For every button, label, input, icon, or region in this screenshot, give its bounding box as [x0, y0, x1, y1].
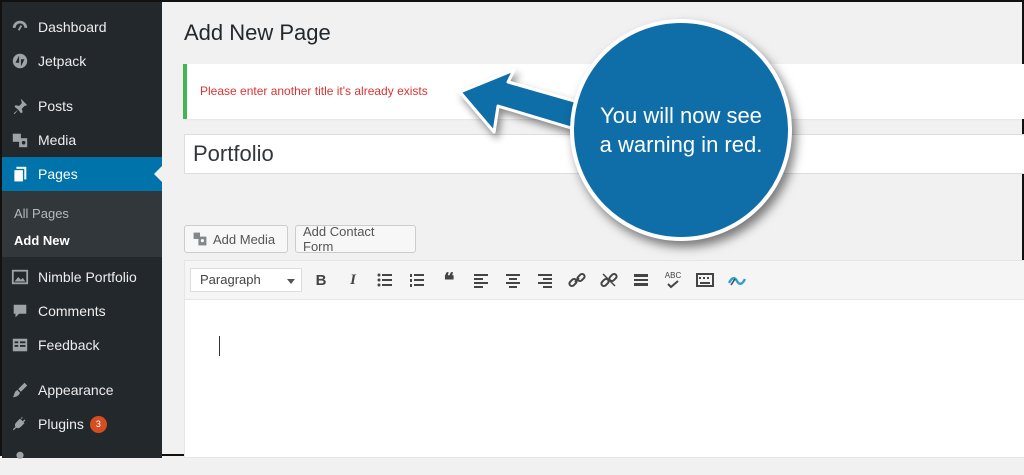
dashboard-icon — [10, 17, 30, 37]
menu-item-comments[interactable]: Comments — [2, 294, 162, 328]
menu-label-appearance: Appearance — [38, 382, 114, 398]
numbered-list-button[interactable] — [406, 269, 428, 291]
page-title: Add New Page — [184, 20, 331, 45]
menu-label-feedback: Feedback — [38, 337, 100, 353]
callout-text: You will now see a warning in red. — [599, 103, 763, 157]
menu-label-dashboard: Dashboard — [38, 19, 107, 35]
bullet-list-icon — [377, 273, 392, 287]
format-select-value: Paragraph — [200, 272, 261, 287]
blockquote-button[interactable]: ❝ — [438, 269, 460, 292]
menu-item-plugins[interactable]: Plugins 3 — [2, 407, 162, 441]
menu-item-appearance[interactable]: Appearance — [2, 373, 162, 407]
align-center-button[interactable] — [502, 269, 524, 291]
menu-label-jetpack: Jetpack — [38, 53, 87, 69]
menu-label-media: Media — [38, 132, 77, 148]
add-media-button[interactable]: Add Media — [184, 225, 288, 253]
portfolio-icon — [10, 267, 30, 287]
submenu-all-pages[interactable]: All Pages — [14, 206, 69, 221]
wave-icon — [728, 277, 746, 286]
align-right-icon — [538, 274, 552, 288]
text-cursor — [219, 336, 220, 356]
pages-icon — [10, 164, 30, 184]
admin-sidebar: Dashboard Jetpack Posts Media Pages All … — [2, 2, 162, 459]
pin-icon — [10, 96, 30, 116]
add-contact-form-button[interactable]: Add Contact Form — [295, 224, 416, 254]
jetpack-icon — [10, 51, 30, 71]
spellcheck-label: ABC — [664, 270, 682, 280]
menu-item-pages[interactable]: Pages — [2, 157, 162, 191]
add-contact-form-label: Add Contact Form — [303, 224, 375, 254]
menu-item-jetpack[interactable]: Jetpack — [2, 44, 162, 78]
menu-item-dashboard[interactable]: Dashboard — [2, 10, 162, 44]
callout-bubble: You will now see a warning in red. — [570, 19, 792, 241]
menu-item-feedback[interactable]: Feedback — [2, 328, 162, 362]
users-icon — [10, 448, 30, 468]
menu-item-partial[interactable] — [2, 441, 162, 475]
align-left-icon — [474, 274, 488, 288]
bold-button[interactable]: B — [310, 269, 332, 291]
checkmark-icon — [667, 279, 679, 288]
update-count-badge: 3 — [89, 415, 107, 433]
add-media-icon — [192, 231, 208, 247]
toolbar-toggle-button[interactable] — [694, 269, 716, 291]
menu-label-nimble-portfolio: Nimble Portfolio — [38, 269, 137, 285]
bullet-list-button[interactable] — [374, 269, 396, 291]
jetpack-markdown-button[interactable] — [726, 269, 748, 291]
menu-item-media[interactable]: Media — [2, 123, 162, 157]
menu-item-nimble-portfolio[interactable]: Nimble Portfolio — [2, 260, 162, 294]
chevron-down-icon — [287, 279, 295, 284]
feedback-icon — [10, 335, 30, 355]
unlink-icon — [600, 272, 618, 288]
align-right-button[interactable] — [534, 269, 556, 291]
read-more-button[interactable] — [630, 269, 652, 291]
link-icon — [568, 272, 586, 288]
notice-message: Please enter another title it's already … — [200, 84, 428, 98]
spellcheck-button[interactable]: ABC — [662, 269, 684, 291]
italic-button[interactable]: I — [342, 269, 364, 291]
align-left-button[interactable] — [470, 269, 492, 291]
plug-icon — [10, 414, 30, 434]
submenu-add-new[interactable]: Add New — [14, 233, 70, 248]
comment-icon — [10, 301, 30, 321]
menu-label-comments: Comments — [38, 303, 106, 319]
menu-label-plugins: Plugins — [38, 416, 84, 432]
insert-link-button[interactable] — [566, 269, 588, 291]
unlink-button[interactable] — [598, 269, 620, 291]
menu-label-posts: Posts — [38, 98, 74, 114]
pages-submenu: All Pages Add New — [2, 191, 162, 257]
content-editor[interactable]: Paragraph B I ❝ ABC — [184, 260, 1024, 458]
media-icon — [10, 130, 30, 150]
format-select[interactable]: Paragraph — [190, 268, 302, 292]
align-center-icon — [506, 274, 520, 288]
read-more-icon — [634, 274, 648, 286]
add-media-label: Add Media — [213, 231, 276, 247]
menu-item-posts[interactable]: Posts — [2, 89, 162, 123]
menu-label-pages: Pages — [38, 166, 78, 182]
numbered-list-icon — [410, 274, 424, 287]
brush-icon — [10, 380, 30, 400]
keyboard-icon — [696, 273, 714, 287]
editor-toolbar: Paragraph B I ❝ ABC — [185, 261, 1024, 300]
